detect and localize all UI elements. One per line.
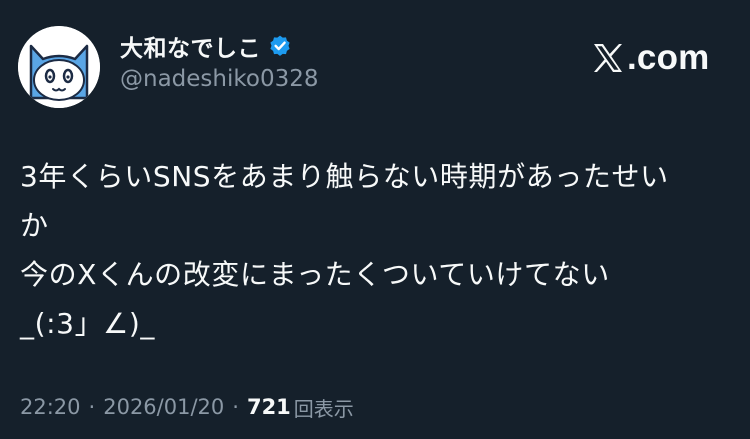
tweet-date[interactable]: 2026/01/20 [103,395,224,419]
verified-badge-icon [270,35,290,56]
tweet-line: _(:3」∠)_ [20,307,155,340]
author-handle[interactable]: @nadeshiko0328 [120,66,318,92]
cat-face-avatar-icon [18,26,100,108]
tweet-line: か [20,209,49,242]
meta-separator: · [88,395,96,419]
author-name-row: 大和なでしこ [120,30,292,62]
author-avatar[interactable] [18,26,100,108]
site-domain-label: .com [627,38,710,77]
tweet-text: 3年くらいSNSをあまり触らない時期があったせい か 今のXくんの改変にまったく… [20,152,725,348]
tweet-line: 3年くらいSNSをあまり触らない時期があったせい [20,160,669,193]
site-logo: .com [592,36,710,80]
views-count: 721 [246,395,291,419]
tweet-line: 今のXくんの改変にまったくついていけてない [20,258,610,291]
author-display-name[interactable]: 大和なでしこ [120,29,261,63]
x-logo-icon [594,44,622,72]
tweet-time[interactable]: 22:20 [20,395,81,419]
meta-separator: · [232,395,239,419]
tweet-metadata: 22:20 · 2026/01/20 · 721 回表示 [20,389,354,425]
views-label: 回表示 [293,396,354,421]
